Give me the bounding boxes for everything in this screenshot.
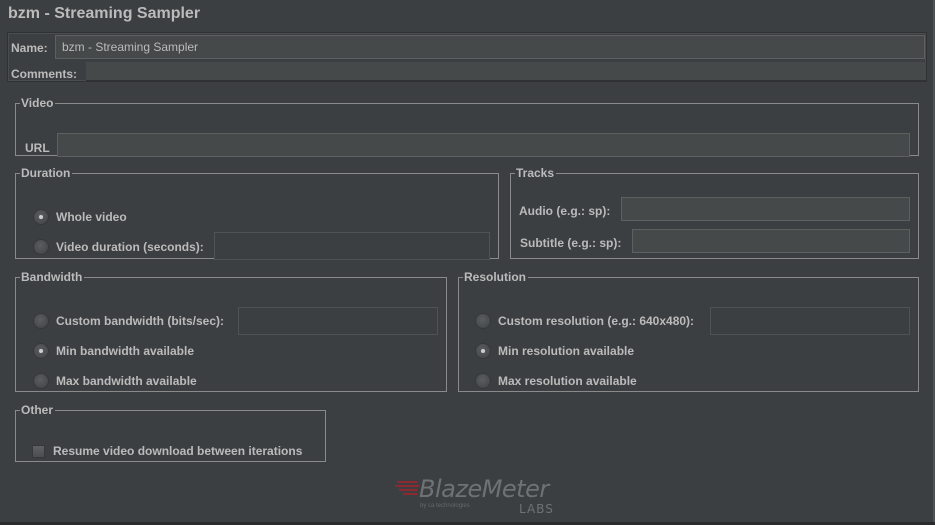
- checkbox-unchecked-icon[interactable]: [32, 444, 45, 458]
- comments-label: Comments:: [11, 67, 78, 81]
- resume-download-checkbox[interactable]: Resume video download between iterations: [32, 444, 302, 458]
- radio-checked-icon[interactable]: [34, 210, 48, 224]
- radio-unchecked-icon[interactable]: [34, 314, 48, 328]
- custom-bandwidth-label: Custom bandwidth (bits/sec):: [56, 314, 224, 328]
- video-duration-label: Video duration (seconds):: [56, 240, 204, 254]
- name-comments-panel: Name: Comments:: [7, 32, 927, 82]
- audio-input[interactable]: [621, 197, 910, 221]
- custom-bandwidth-radio[interactable]: Custom bandwidth (bits/sec):: [34, 314, 224, 328]
- logo-byline: by ca technologies: [420, 503, 470, 509]
- subtitle-input[interactable]: [632, 229, 910, 253]
- name-label: Name:: [11, 41, 48, 55]
- logo-brand: BlazeMeter: [419, 475, 549, 503]
- min-resolution-label: Min resolution available: [498, 344, 635, 358]
- video-group: Video URL: [15, 96, 919, 157]
- blazemeter-labs-logo: BlazeMeter by ca technologies LABS: [395, 475, 555, 517]
- logo-labs: LABS: [519, 502, 554, 516]
- radio-checked-icon[interactable]: [34, 344, 48, 358]
- radio-checked-icon[interactable]: [476, 344, 490, 358]
- max-bandwidth-label: Max bandwidth available: [56, 374, 197, 388]
- video-legend: Video: [21, 96, 54, 110]
- tracks-legend: Tracks: [516, 166, 555, 180]
- radio-unchecked-icon[interactable]: [476, 314, 490, 328]
- radio-unchecked-icon[interactable]: [34, 374, 48, 388]
- resolution-legend: Resolution: [464, 270, 526, 284]
- audio-label: Audio (e.g.: sp):: [519, 204, 611, 218]
- url-label: URL: [25, 141, 50, 155]
- custom-bandwidth-input[interactable]: [238, 307, 438, 335]
- max-resolution-radio[interactable]: Max resolution available: [476, 374, 637, 388]
- video-duration-input[interactable]: [214, 232, 490, 260]
- radio-unchecked-icon[interactable]: [34, 240, 48, 254]
- video-duration-radio[interactable]: Video duration (seconds):: [34, 240, 204, 254]
- other-legend: Other: [21, 403, 54, 417]
- tracks-group: Tracks Audio (e.g.: sp): Subtitle (e.g.:…: [510, 167, 919, 259]
- url-input[interactable]: [57, 133, 910, 157]
- custom-resolution-radio[interactable]: Custom resolution (e.g.: 640x480):: [476, 314, 694, 328]
- whole-video-radio[interactable]: Whole video: [34, 210, 127, 224]
- resolution-group: Resolution Custom resolution (e.g.: 640x…: [458, 271, 919, 392]
- radio-unchecked-icon[interactable]: [476, 374, 490, 388]
- comments-input[interactable]: [86, 62, 926, 81]
- other-group: Other Resume video download between iter…: [15, 404, 326, 462]
- min-resolution-radio[interactable]: Min resolution available: [476, 344, 634, 358]
- custom-resolution-input[interactable]: [710, 307, 910, 335]
- bandwidth-group: Bandwidth Custom bandwidth (bits/sec): M…: [15, 271, 447, 392]
- name-input[interactable]: [55, 35, 925, 59]
- subtitle-label: Subtitle (e.g.: sp):: [520, 236, 622, 250]
- whole-video-label: Whole video: [56, 210, 127, 224]
- resume-download-label: Resume video download between iterations: [53, 444, 303, 458]
- min-bandwidth-label: Min bandwidth available: [56, 344, 195, 358]
- duration-group: Duration Whole video Video duration (sec…: [15, 166, 499, 260]
- page-title: bzm - Streaming Sampler: [8, 5, 201, 22]
- custom-resolution-label: Custom resolution (e.g.: 640x480):: [498, 314, 695, 328]
- bandwidth-legend: Bandwidth: [21, 270, 83, 284]
- max-resolution-label: Max resolution available: [498, 374, 637, 388]
- duration-legend: Duration: [21, 166, 71, 180]
- logo-stripes-icon: [395, 481, 419, 497]
- max-bandwidth-radio[interactable]: Max bandwidth available: [34, 374, 197, 388]
- min-bandwidth-radio[interactable]: Min bandwidth available: [34, 344, 194, 358]
